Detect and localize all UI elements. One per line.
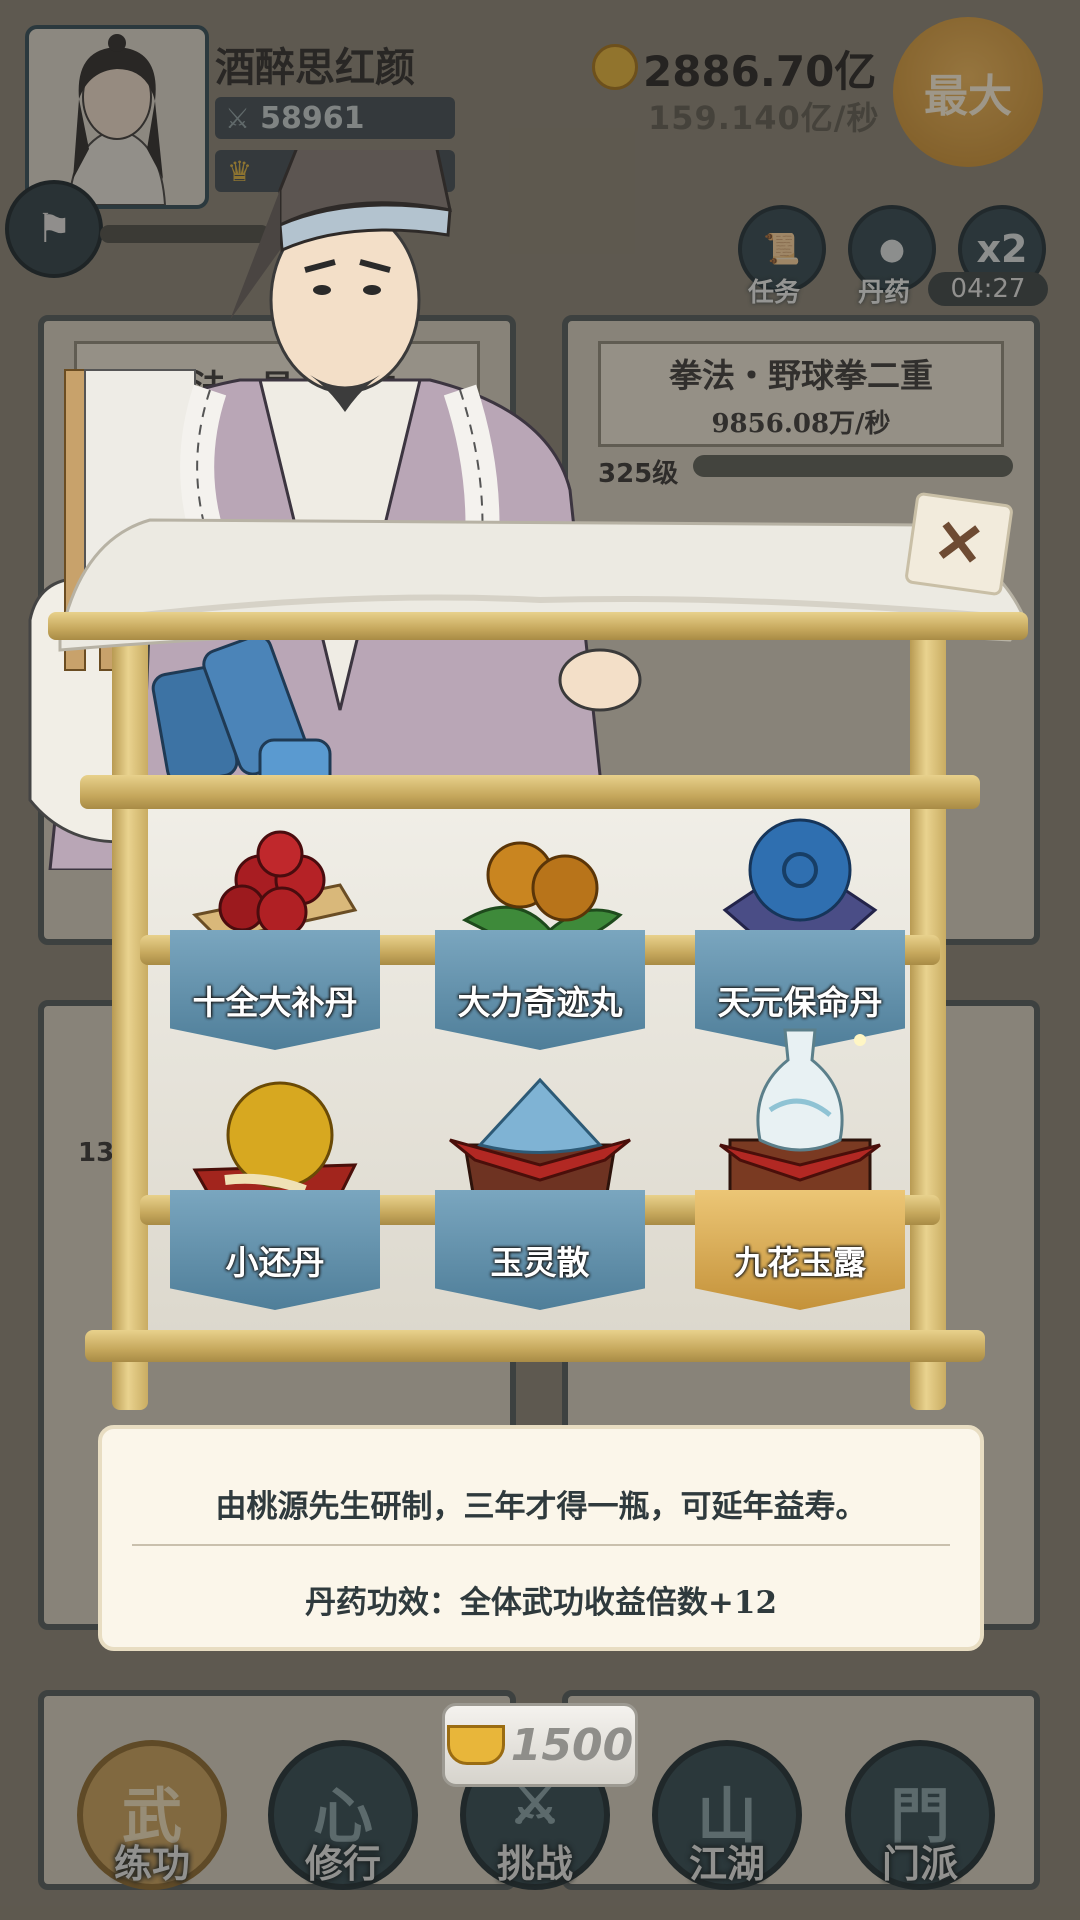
shop-item-tianyuan-baoming-dan[interactable]: 天元保命丹 (695, 810, 905, 1050)
item-name: 九花玉露 (734, 1243, 866, 1282)
gold-ingot-icon (446, 1725, 505, 1765)
item-name: 大力奇迹丸 (457, 983, 623, 1022)
shelf-pole-left (112, 610, 148, 1410)
buy-price: 1500 (510, 1719, 634, 1771)
item-name: 天元保命丹 (717, 983, 883, 1022)
buy-button[interactable]: 1500 (442, 1703, 638, 1787)
shelf-beam-bottom (85, 1330, 985, 1362)
item-name: 小还丹 (225, 1243, 325, 1282)
close-button[interactable]: ✕ (904, 491, 1014, 597)
close-icon: ✕ (929, 505, 989, 583)
jade-powder-icon (449, 1077, 631, 1207)
blue-orb-pill-icon (722, 818, 878, 947)
shelf-beam-upper (80, 775, 980, 809)
item-description-panel: 由桃源先生研制，三年才得一瓶，可延年益寿。 丹药功效：全体武功收益倍数+12 (98, 1425, 984, 1651)
item-name: 玉灵散 (490, 1243, 590, 1282)
shop-item-jiuhua-yulu[interactable]: 九花玉露 (695, 1028, 905, 1310)
item-description: 由桃源先生研制，三年才得一瓶，可延年益寿。 (215, 1489, 867, 1525)
item-effect: 丹药功效：全体武功收益倍数+12 (304, 1585, 778, 1621)
shop-item-shiquan-dabu-dan[interactable]: 十全大补丹 (170, 810, 380, 1050)
shelf-top-beam (48, 612, 1028, 640)
shelf-roof-cloth (58, 518, 1027, 652)
shelf-pole-right (910, 610, 946, 1410)
divider (132, 1544, 950, 1546)
item-name: 十全大补丹 (192, 983, 358, 1022)
shop-item-dali-qiji-wan[interactable]: 大力奇迹丸 (435, 810, 645, 1050)
jade-vase-icon (719, 1028, 881, 1207)
shop-item-yuling-san[interactable]: 玉灵散 (435, 1070, 645, 1310)
shop-item-xiaohuan-dan[interactable]: 小还丹 (170, 1070, 380, 1310)
